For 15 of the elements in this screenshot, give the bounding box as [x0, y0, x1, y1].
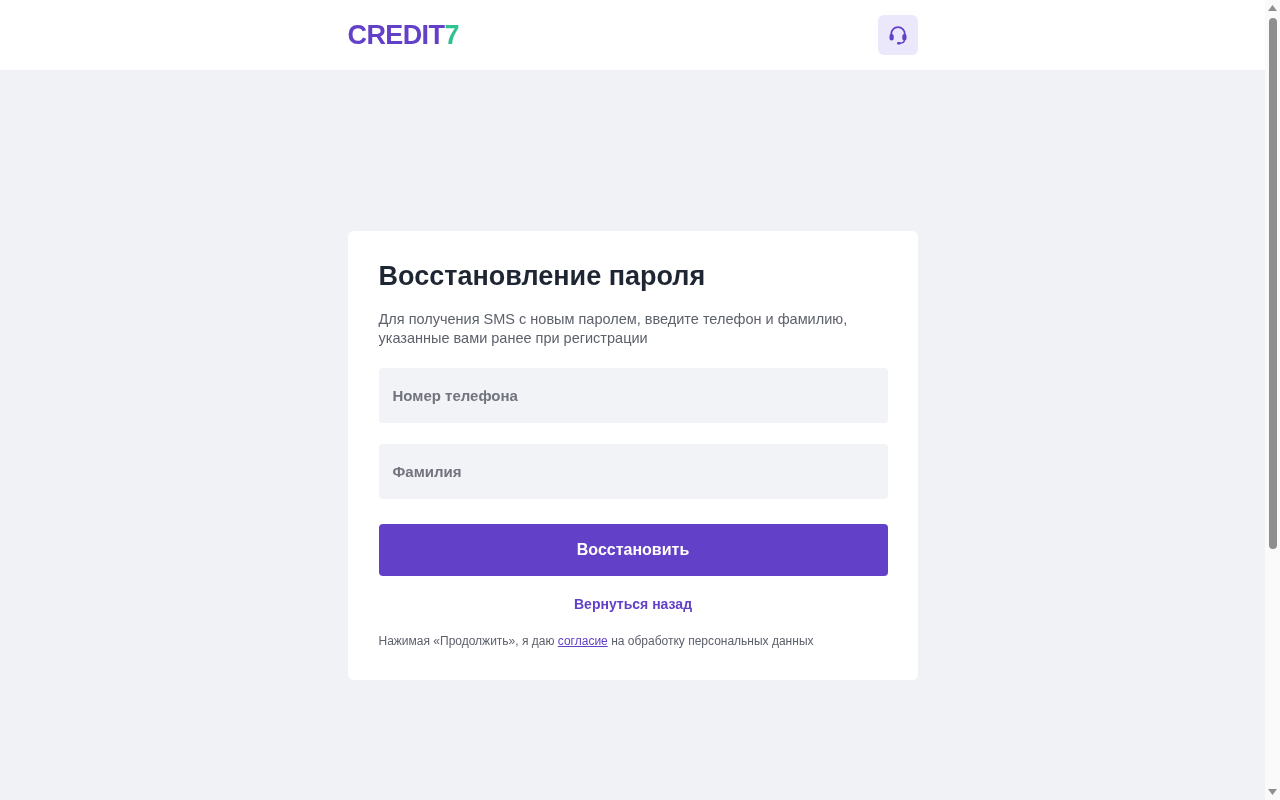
input-field[interactable]: Номер телефона — [378, 368, 888, 423]
scroll-down-icon[interactable] — [1268, 789, 1277, 795]
submit-button[interactable]: Восстановить — [378, 524, 888, 576]
logo: CREDIT7 — [347, 21, 459, 49]
consent-link[interactable]: согласие — [557, 634, 608, 648]
input-field[interactable]: Фамилия — [378, 444, 888, 499]
card-title: Восстановление пароля — [378, 260, 707, 292]
consent-text: Нажимая «Продолжить», я даю согласие на обработку персональных данных — [378, 633, 815, 649]
scroll-thumb[interactable] — [1268, 18, 1277, 549]
headset-icon — [887, 25, 908, 45]
scrollbar[interactable] — [1265, 0, 1280, 800]
scroll-up-icon[interactable] — [1268, 5, 1277, 11]
support-button[interactable] — [877, 15, 918, 55]
back-link[interactable]: Вернуться назад — [574, 595, 692, 613]
card-description: Для получения SMS с новым паролем, введите телефон и фамилию, указанные вами ранее при регистрации — [378, 310, 849, 348]
